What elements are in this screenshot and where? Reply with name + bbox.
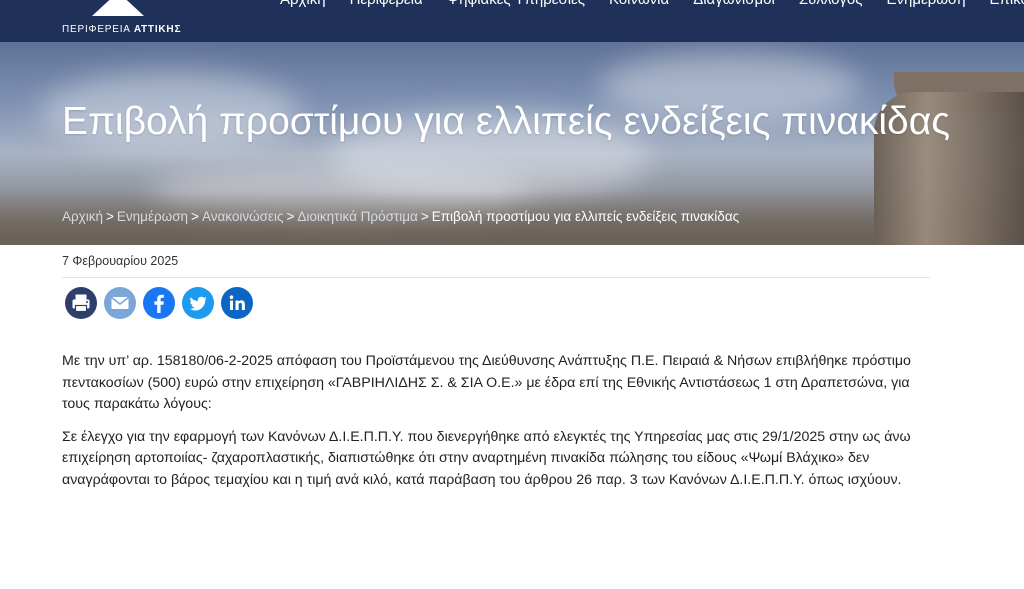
breadcrumb-separator: > bbox=[420, 209, 429, 224]
region-logo-text[interactable]: ΠΕΡΙΦΕΡΕΙΑ ΑΤΤΙΚΗΣ bbox=[62, 24, 181, 35]
breadcrumb-link-news[interactable]: Ενημέρωση bbox=[117, 209, 188, 224]
page-title: Επιβολή προστίμου για ελλιπείς ενδείξεις… bbox=[62, 100, 951, 143]
nav-item-home[interactable]: Αρχική bbox=[280, 0, 326, 10]
breadcrumb-link-home[interactable]: Αρχική bbox=[62, 209, 103, 224]
linkedin-icon[interactable] bbox=[221, 287, 253, 319]
hero-banner: Επιβολή προστίμου για ελλιπείς ενδείξεις… bbox=[0, 42, 1024, 245]
nav-item-association[interactable]: Σύλλογος bbox=[799, 0, 863, 10]
twitter-icon[interactable] bbox=[182, 287, 214, 319]
breadcrumb-current: Επιβολή προστίμου για ελλιπείς ενδείξεις… bbox=[431, 209, 740, 224]
publish-date: 7 Φεβρουαρίου 2025 bbox=[62, 254, 179, 268]
breadcrumb: Αρχική > Ενημέρωση > Ανακοινώσεις > Διοικητικά… bbox=[62, 209, 739, 224]
breadcrumb-separator: > bbox=[106, 209, 114, 224]
article-body: Με την υπ’ αρ. 158180/06-2-2025 απόφαση … bbox=[62, 351, 932, 502]
breadcrumb-link-administrative-fines[interactable]: Διοικητικά Πρόστιμα bbox=[297, 209, 417, 224]
region-logo-icon[interactable] bbox=[92, 0, 144, 16]
article-paragraph: Σε έλεγχο για την εφαρμογή των Κανόνων Δ… bbox=[62, 428, 911, 488]
logo-text-bold: ΑΤΤΙΚΗΣ bbox=[133, 24, 182, 35]
logo-text-prefix: ΠΕΡΙΦΕΡΕΙΑ bbox=[62, 24, 131, 35]
print-icon[interactable] bbox=[65, 287, 97, 319]
breadcrumb-link-announcements[interactable]: Ανακοινώσεις bbox=[202, 209, 284, 224]
nav-item-digital-services[interactable]: Ψηφιακές Υπηρεσίες bbox=[447, 0, 585, 10]
breadcrumb-separator: > bbox=[286, 209, 295, 224]
breadcrumb-separator: > bbox=[191, 209, 199, 224]
nav-item-news[interactable]: Ενημέρωση bbox=[887, 0, 966, 10]
nav-item-society[interactable]: Κοινωνία bbox=[609, 0, 669, 10]
main-nav: Αρχική Περιφέρεια Ψηφιακές Υπηρεσίες Κοι… bbox=[280, 0, 1024, 10]
email-icon[interactable] bbox=[104, 287, 136, 319]
date-divider bbox=[62, 277, 930, 278]
facebook-icon[interactable] bbox=[143, 287, 175, 319]
nav-item-tenders[interactable]: Διαγωνισμοί bbox=[693, 0, 775, 10]
top-navigation-bar: ΠΕΡΙΦΕΡΕΙΑ ΑΤΤΙΚΗΣ Αρχική Περιφέρεια Ψηφ… bbox=[0, 0, 1024, 42]
article-paragraph: Με την υπ’ αρ. 158180/06-2-2025 απόφαση … bbox=[62, 353, 911, 412]
nav-item-contact[interactable]: Επικοινωνία bbox=[990, 0, 1024, 10]
share-buttons bbox=[65, 287, 253, 319]
nav-item-region[interactable]: Περιφέρεια bbox=[350, 0, 423, 10]
